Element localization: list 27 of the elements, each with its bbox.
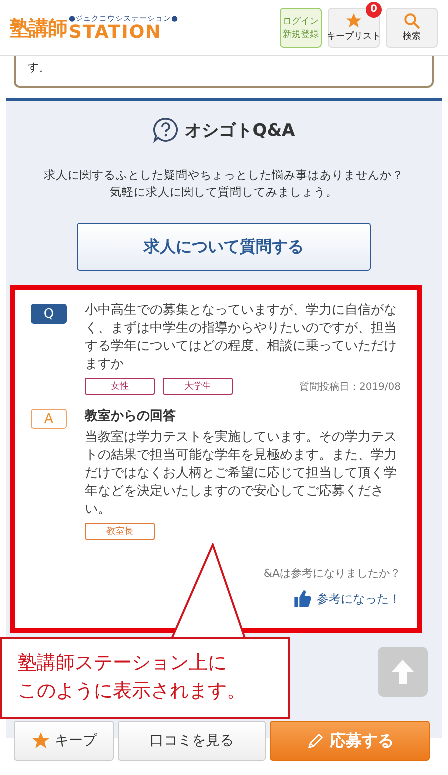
star-icon xyxy=(345,12,363,30)
tag: 女性 xyxy=(85,378,155,395)
tag: 大学生 xyxy=(163,378,233,395)
answer-badge: A xyxy=(31,409,67,429)
helpful-question: &Aは参考になりましたか？ xyxy=(264,566,401,581)
search-icon xyxy=(403,12,421,30)
answer-title: 教室からの回答 xyxy=(85,408,177,425)
description-text: 求人に関するふとした疑問やちょっとした悩み事はありませんか？ xyxy=(44,167,404,184)
search-button[interactable]: 検索 xyxy=(386,8,438,48)
section-title: オシゴトQ&A xyxy=(184,120,296,142)
thumbs-up-icon xyxy=(293,589,313,609)
scroll-top-button[interactable] xyxy=(378,647,428,697)
card-text: す。 xyxy=(28,60,50,75)
question-text: 小中高生での募集となっていますが、学力に自信がなく、まずは中学生の指導からやりたいのですが、担当する学年についてはどの程度、相談に乗っていただけますか xyxy=(85,302,398,374)
description-text: 気軽に求人に関して質問してみましょう。 xyxy=(110,184,338,201)
tag: 教室長 xyxy=(85,523,155,540)
reviews-button[interactable]: 口コミを見る xyxy=(118,721,266,761)
question-bubble-icon xyxy=(152,117,179,143)
star-icon xyxy=(31,731,51,751)
post-date: 質問投稿日：2019/08 xyxy=(299,380,401,394)
answer-text: 当教室は学力テストを実施しています。その学力テストの結果で担当可能な学年を見極めます。また、学力だけではなくお人柄とご希望に応じて担当して頂く学年などを決定いたしますので安心してご応募ください。 xyxy=(85,429,398,519)
helpful-button[interactable]: 参考になった！ xyxy=(293,589,401,609)
pencil-icon xyxy=(306,731,326,751)
keep-button[interactable]: キープ xyxy=(14,721,114,761)
ask-question-button[interactable]: 求人について質問する xyxy=(77,223,371,271)
count-badge: 0 xyxy=(366,2,382,18)
question-badge: Q xyxy=(31,304,67,324)
